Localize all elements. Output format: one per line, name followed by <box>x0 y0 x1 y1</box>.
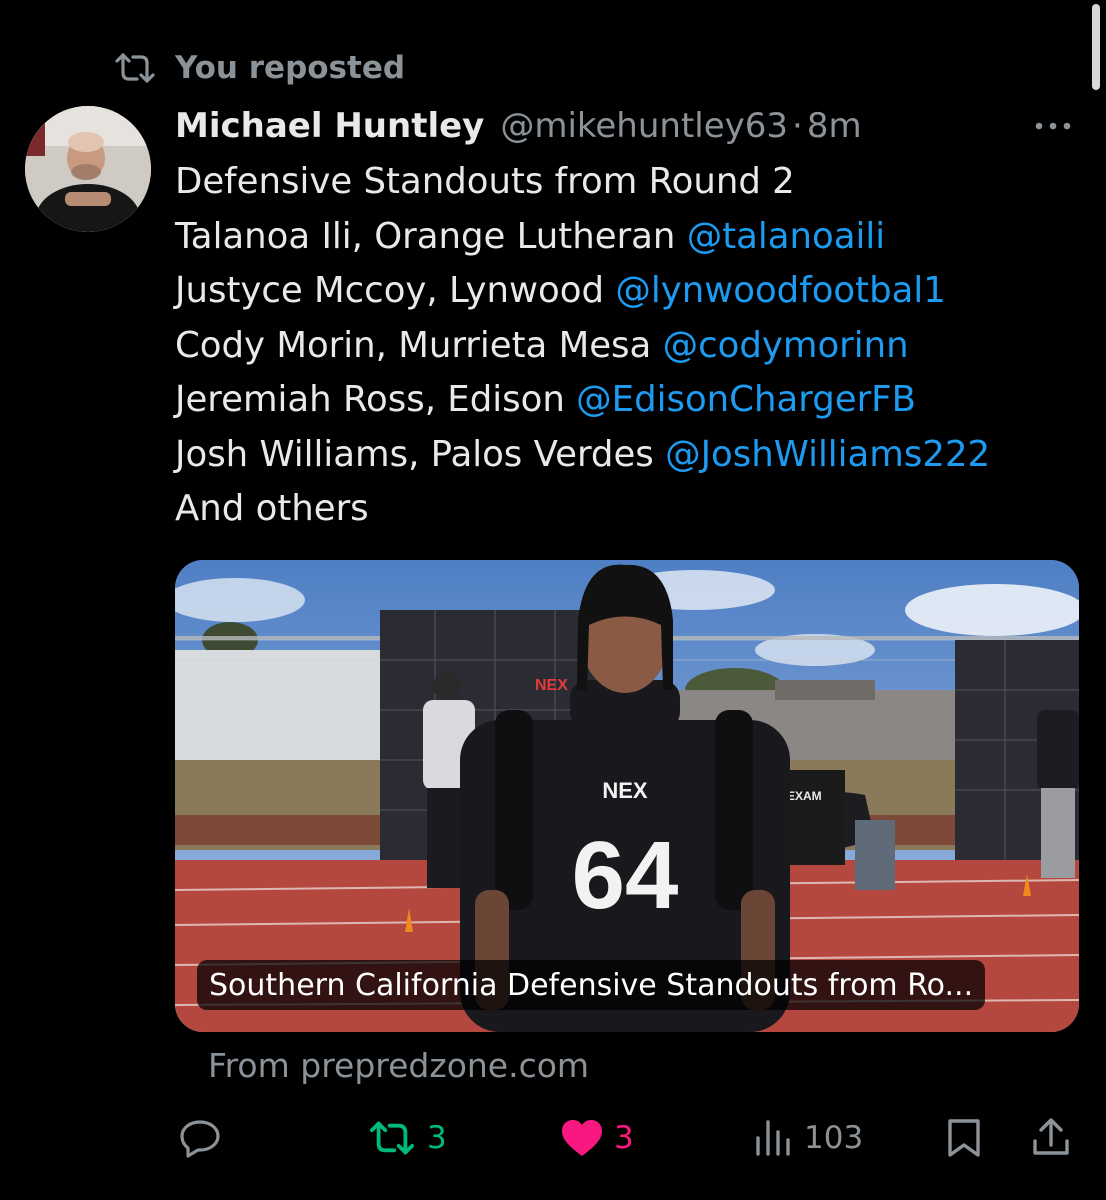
card-source[interactable]: From prepredzone.com <box>208 1046 589 1085</box>
action-bar: 3 3 103 <box>0 1108 1106 1168</box>
link-card[interactable]: NEX EXAM NEX 64 Southern California Defe… <box>175 560 1079 1032</box>
repost-label: You reposted <box>175 50 406 86</box>
mention-link[interactable]: @talanoaili <box>687 216 885 257</box>
author-name[interactable]: Michael Huntley <box>175 106 484 146</box>
views-count: 103 <box>804 1120 864 1156</box>
mention-link[interactable]: @JoshWilliams222 <box>665 434 990 475</box>
like-button[interactable]: 3 <box>560 1108 634 1168</box>
like-count: 3 <box>614 1120 634 1156</box>
views-button[interactable]: 103 <box>752 1108 863 1168</box>
jersey-brand-text: NEX <box>602 778 648 803</box>
share-button[interactable] <box>1030 1108 1072 1168</box>
post-text: Defensive Standouts from Round 2 Talanoa… <box>175 155 990 537</box>
post-timestamp[interactable]: 8m <box>807 106 862 146</box>
avatar[interactable] <box>25 106 151 232</box>
line-text: And others <box>175 488 369 529</box>
repost-button[interactable]: 3 <box>367 1108 447 1168</box>
reply-icon <box>180 1120 220 1158</box>
scrollbar[interactable] <box>1092 4 1100 90</box>
mention-link[interactable]: @lynwoodfootbal1 <box>615 270 945 311</box>
heart-icon <box>562 1120 602 1156</box>
author-handle[interactable]: @mikehuntley63 <box>500 106 788 146</box>
line-text: Jeremiah Ross, Edison <box>175 379 577 420</box>
post-line: Talanoa Ili, Orange Lutheran @talanoaili <box>175 210 990 265</box>
repost-indicator: You reposted <box>113 48 405 88</box>
mention-link[interactable]: @EdisonChargerFB <box>576 379 916 420</box>
bookmark-button[interactable] <box>944 1108 984 1168</box>
post-line: Justyce Mccoy, Lynwood @lynwoodfootbal1 <box>175 264 990 319</box>
wall-brand-text: NEX <box>535 677 568 694</box>
post-line: Jeremiah Ross, Edison @EdisonChargerFB <box>175 373 990 428</box>
line-text: Cody Morin, Murrieta Mesa <box>175 324 663 366</box>
mention-link[interactable]: @codymorinn <box>663 325 909 366</box>
post-line: Cody Morin, Murrieta Mesa @codymorinn <box>175 319 990 374</box>
line-text: Justyce Mccoy, Lynwood <box>175 270 616 311</box>
bookmark-icon <box>948 1119 980 1157</box>
jersey-number-text: 64 <box>572 822 679 929</box>
more-options-icon[interactable] <box>1030 108 1076 144</box>
share-icon <box>1033 1118 1069 1155</box>
repost-icon <box>115 53 155 83</box>
repost-icon <box>369 1121 415 1155</box>
separator-dot: · <box>792 106 803 146</box>
post-line: Josh Williams, Palos Verdes @JoshWilliam… <box>175 428 990 483</box>
sign-text: EXAM <box>787 789 822 803</box>
line-text: Josh Williams, Palos Verdes <box>175 433 666 475</box>
repost-count: 3 <box>427 1120 447 1156</box>
line-text: Talanoa Ili, Orange Lutheran <box>175 215 687 257</box>
post-line: Defensive Standouts from Round 2 <box>175 155 990 210</box>
post-line: And others <box>175 482 990 537</box>
post-header: Michael Huntley @mikehuntley63 · 8m <box>175 100 862 152</box>
avatar-photo <box>25 106 151 232</box>
views-icon <box>756 1120 790 1156</box>
line-text: Defensive Standouts from Round 2 <box>175 161 795 202</box>
card-title: Southern California Defensive Standouts … <box>197 960 986 1010</box>
reply-button[interactable] <box>178 1108 232 1168</box>
